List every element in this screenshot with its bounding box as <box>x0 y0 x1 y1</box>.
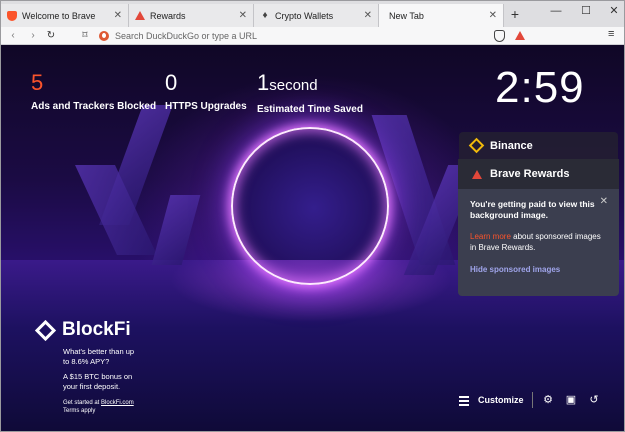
history-icon[interactable]: ↺ <box>588 394 600 406</box>
rewards-header[interactable]: Brave Rewards <box>458 159 619 189</box>
background-crystal <box>151 195 201 265</box>
brave-shields-icon[interactable] <box>494 30 505 42</box>
back-icon[interactable]: ‹ <box>7 29 19 43</box>
stat-label: Ads and Trackers Blocked <box>31 101 157 112</box>
stat-label: HTTPS Upgrades <box>165 101 247 112</box>
stat-time-saved: 1second Estimated Time Saved <box>257 69 363 115</box>
close-icon[interactable]: ✕ <box>114 10 122 21</box>
tab-new-tab[interactable]: New Tab ✕ <box>379 4 504 27</box>
clock: 2:59 <box>495 63 585 112</box>
sponsor-link[interactable]: BlockFi.com <box>101 400 134 406</box>
settings-icon[interactable]: ⚙ <box>542 394 554 406</box>
sponsored-notice: You're getting paid to view this backgro… <box>458 189 619 284</box>
stat-unit: second <box>269 77 318 94</box>
tab-title: Welcome to Brave <box>22 10 96 21</box>
stat-value: 5 <box>31 70 44 95</box>
toolbar: ‹ › ↻ ⌑ Search DuckDuckGo or type a URL … <box>1 27 624 45</box>
sponsor-cta: Get started at <box>63 400 102 406</box>
sponsor-line: What's better than up to 8.6% APY? <box>63 347 135 366</box>
blockfi-icon <box>34 319 57 341</box>
new-tab-page: 5 Ads and Trackers Blocked 0 HTTPS Upgra… <box>1 45 624 431</box>
address-placeholder: Search DuckDuckGo or type a URL <box>115 31 258 41</box>
close-icon[interactable]: ✕ <box>600 196 608 207</box>
bat-triangle-icon <box>472 169 482 179</box>
notice-text: Learn more about sponsored images in Bra… <box>470 231 607 253</box>
bookmarks-icon[interactable]: ▣ <box>565 394 577 406</box>
address-bar[interactable]: Search DuckDuckGo or type a URL <box>99 28 487 44</box>
rewards-title: Brave Rewards <box>490 168 570 180</box>
stat-value: 0 <box>165 70 178 95</box>
tab-strip: Welcome to Brave ✕ Rewards ✕ ♦ Crypto Wa… <box>1 1 624 27</box>
sponsor-terms: Terms apply <box>63 408 96 414</box>
new-tab-button[interactable]: + <box>508 6 522 22</box>
close-window-icon[interactable]: ✕ <box>607 4 621 18</box>
notice-title: You're getting paid to view this backgro… <box>470 199 595 220</box>
binance-title: Binance <box>490 139 533 152</box>
customize-label: Customize <box>478 395 524 405</box>
glowing-ring <box>231 127 389 285</box>
sponsor-brand: BlockFi <box>62 319 131 340</box>
close-icon[interactable]: ✕ <box>489 10 497 21</box>
tab-welcome[interactable]: Welcome to Brave ✕ <box>1 4 129 27</box>
brave-lion-icon <box>7 10 17 21</box>
customize-button[interactable]: Customize <box>459 395 524 406</box>
forward-icon[interactable]: › <box>27 29 39 43</box>
bat-triangle-icon <box>135 11 145 20</box>
maximize-icon[interactable]: ☐ <box>579 4 593 18</box>
sponsor-line: A $15 BTC bonus on your first deposit. <box>63 372 133 391</box>
tab-rewards[interactable]: Rewards ✕ <box>129 4 254 27</box>
learn-more-link[interactable]: Learn more <box>470 232 511 241</box>
divider <box>532 392 533 408</box>
minimize-icon[interactable]: — <box>549 4 563 18</box>
binance-icon <box>468 137 485 154</box>
tab-title: Rewards <box>150 10 186 21</box>
sliders-icon <box>459 395 469 406</box>
stat-https-upgrades: 0 HTTPS Upgrades <box>165 69 247 112</box>
brave-rewards-icon[interactable] <box>515 31 525 40</box>
close-icon[interactable]: ✕ <box>364 10 372 21</box>
browser-window: Welcome to Brave ✕ Rewards ✕ ♦ Crypto Wa… <box>0 0 625 432</box>
menu-icon[interactable]: ≡ <box>608 28 614 40</box>
tab-title: New Tab <box>389 10 424 21</box>
bookmark-icon[interactable]: ⌑ <box>79 29 91 43</box>
tab-crypto-wallets[interactable]: ♦ Crypto Wallets ✕ <box>254 4 379 27</box>
binance-widget[interactable]: Binance <box>459 132 618 159</box>
stat-label: Estimated Time Saved <box>257 104 363 115</box>
tab-title: Crypto Wallets <box>275 10 334 21</box>
close-icon[interactable]: ✕ <box>239 10 247 21</box>
sponsor-logo[interactable]: BlockFi What's better than up to 8.6% AP… <box>34 319 141 414</box>
stat-trackers-blocked: 5 Ads and Trackers Blocked <box>31 69 156 112</box>
stat-value: 1 <box>257 70 270 95</box>
brave-rewards-widget: Brave Rewards You're getting paid to vie… <box>458 159 619 296</box>
hide-sponsored-images-link[interactable]: Hide sponsored images <box>470 265 607 274</box>
duckduckgo-icon <box>99 31 109 41</box>
reload-icon[interactable]: ↻ <box>45 29 57 43</box>
ethereum-icon: ♦ <box>262 9 268 21</box>
